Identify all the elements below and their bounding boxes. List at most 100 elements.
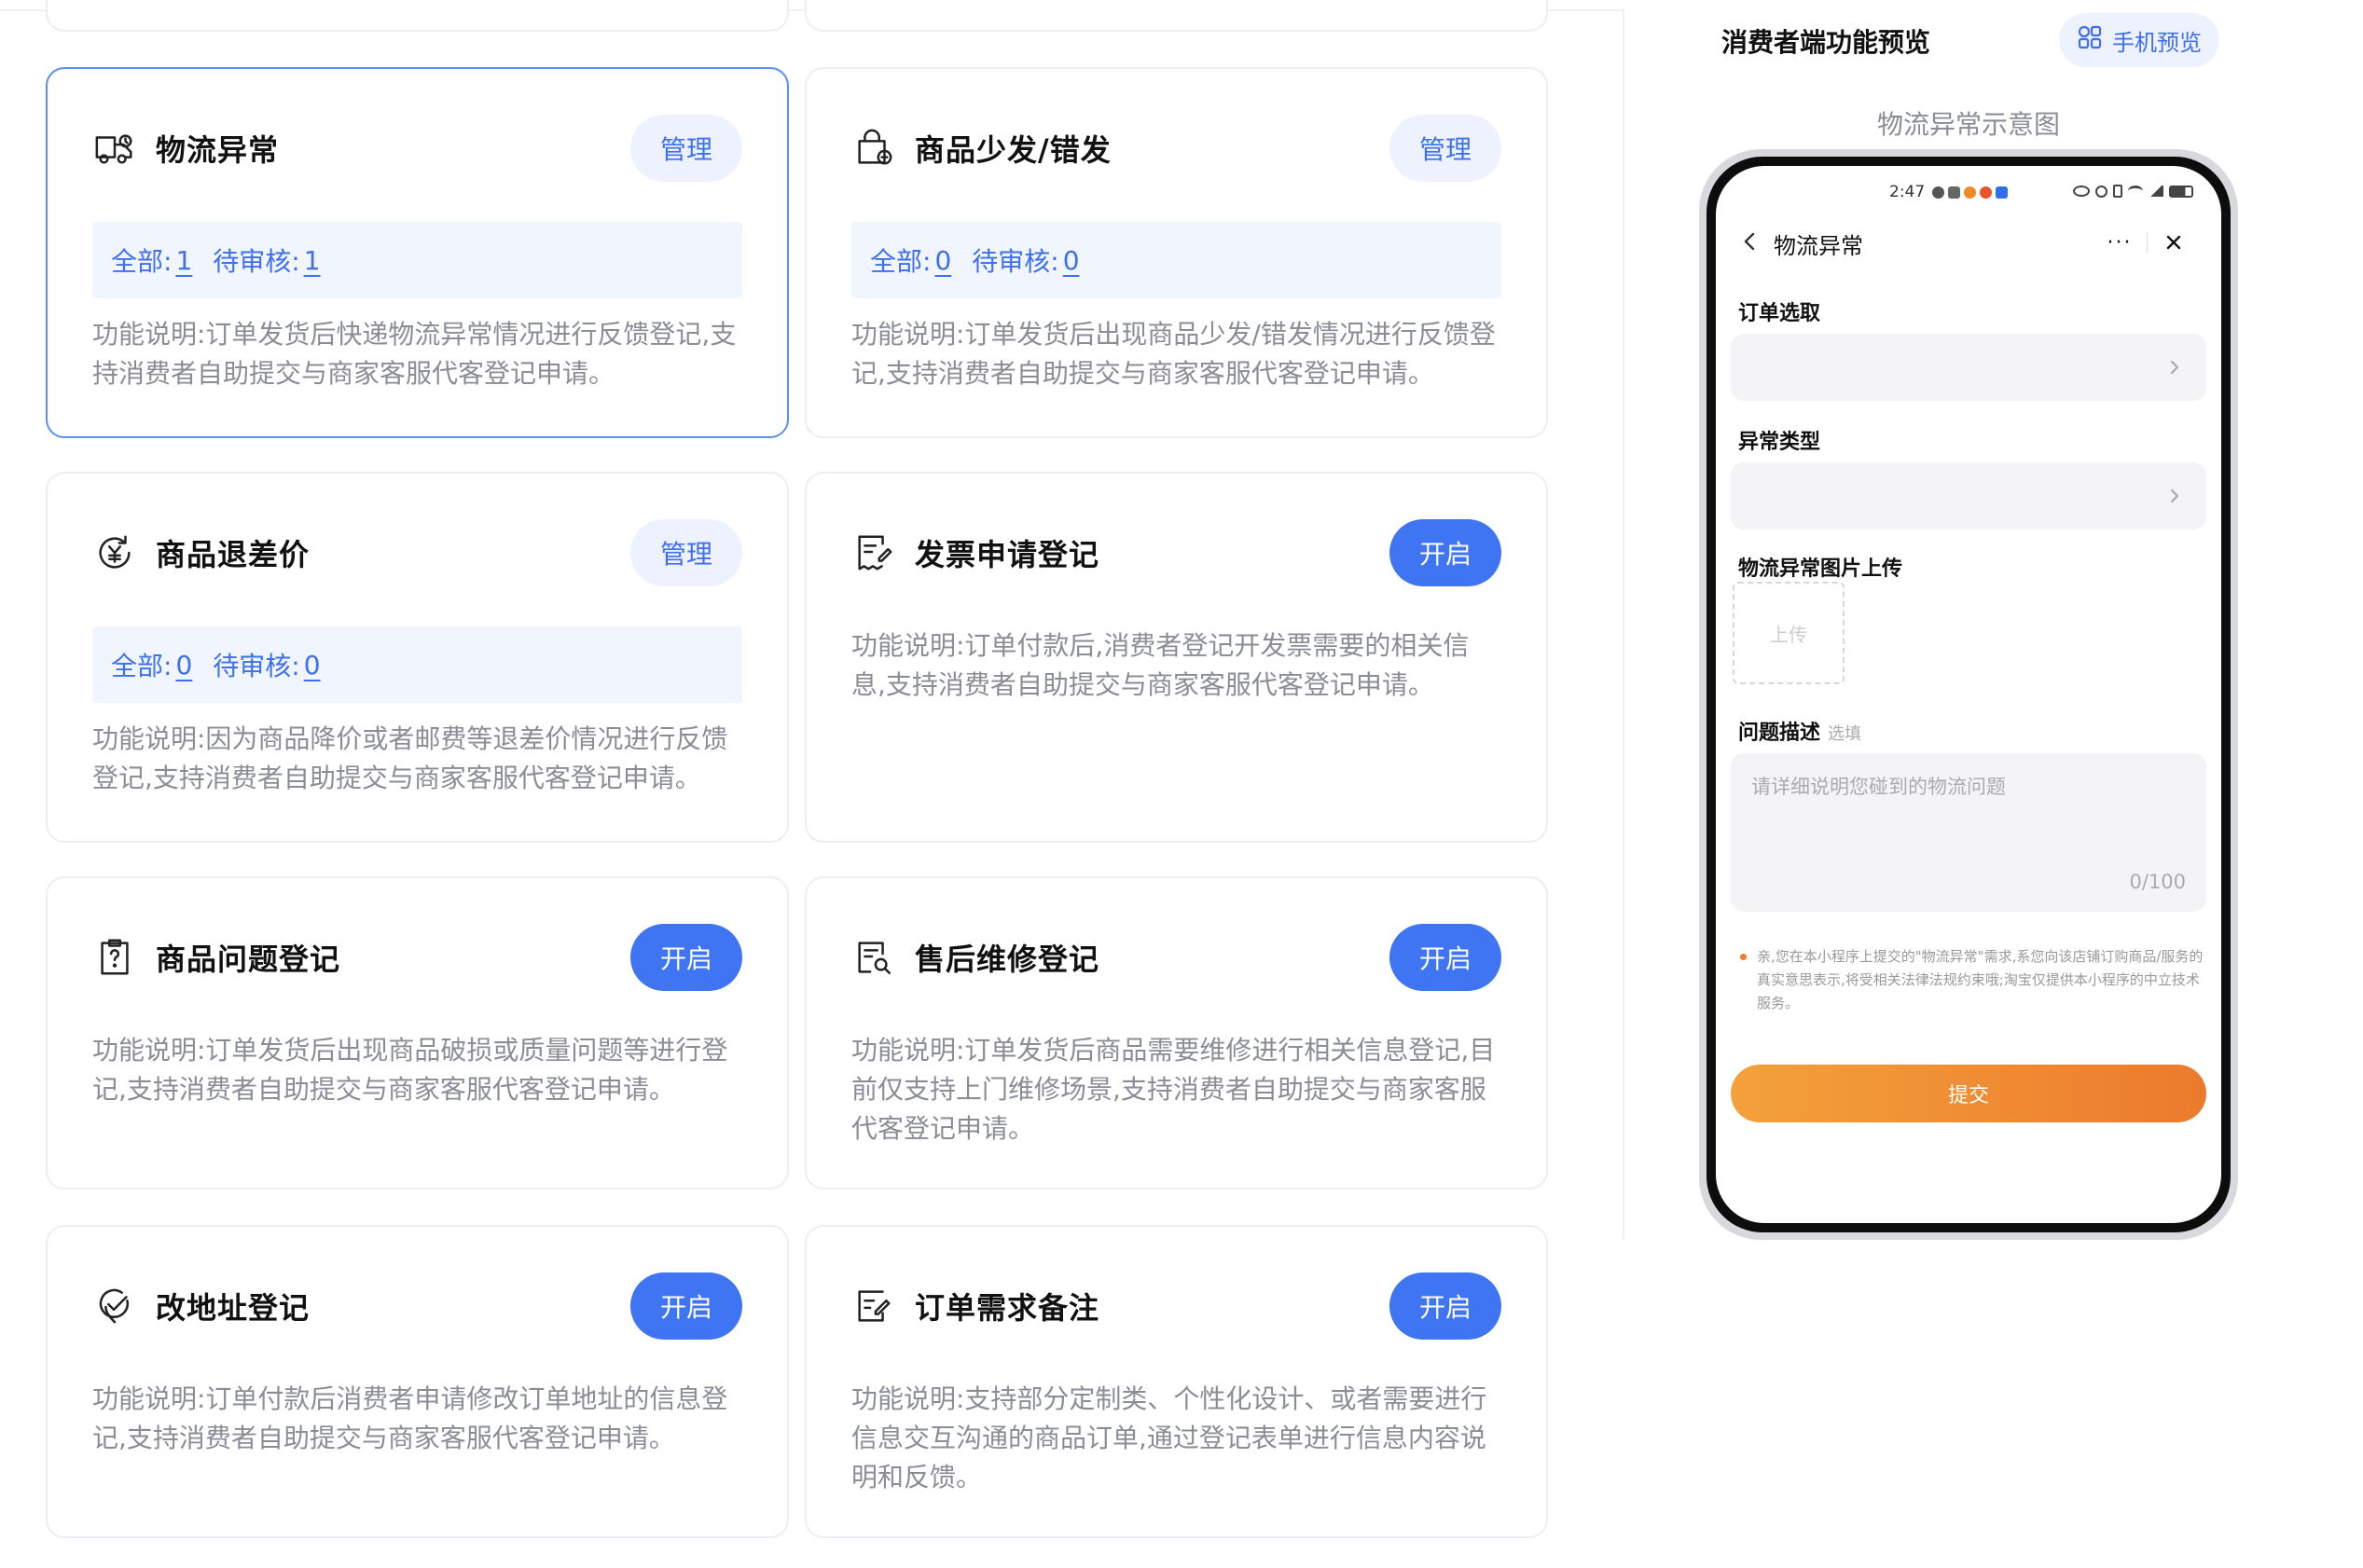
wifi-icon	[2128, 186, 2143, 197]
card-title: 售后维修登记	[915, 942, 1100, 977]
card-header: 商品少发/错发 管理	[851, 114, 1501, 183]
status-bar: 2:47	[1716, 183, 2221, 207]
phone-preview-button[interactable]: 手机预览	[2059, 13, 2219, 67]
card-title: 商品少发/错发	[915, 132, 1112, 168]
card-price-difference-refund[interactable]: 商品退差价 管理 全部: 0 待审核: 0 功能说明:因为商品降价或者邮费等退差…	[46, 472, 789, 843]
card-missing-wrong-item[interactable]: 商品少发/错发 管理 全部: 0 待审核: 0 功能说明:订单发货后出现商品少发…	[805, 67, 1548, 438]
enable-button[interactable]: 开启	[630, 924, 742, 991]
all-count-link[interactable]: 1	[175, 245, 192, 276]
truck-icon	[92, 126, 137, 171]
submit-button[interactable]: 提交	[1731, 1065, 2206, 1122]
card-title: 商品退差价	[156, 537, 311, 572]
nav-title: 物流异常	[1774, 233, 1863, 259]
photo-upload-label: 物流异常图片上传	[1738, 557, 1903, 581]
question-icon	[92, 935, 137, 980]
location-icon	[92, 1284, 137, 1328]
card-description: 功能说明:订单发货后出现商品破损或质量问题等进行登记,支持消费者自助提交与商家客…	[92, 1035, 728, 1105]
stats-bar: 全部: 1 待审核: 1	[92, 222, 742, 298]
card-description: 功能说明:订单发货后出现商品少发/错发情况进行反馈登记,支持消费者自助提交与商家…	[851, 319, 1496, 389]
order-select-label: 订单选取	[1738, 302, 1821, 325]
capsule-menu: ···	[2093, 224, 2201, 261]
order-select-field[interactable]	[1731, 334, 2206, 401]
card-stub-right	[805, 0, 1548, 32]
card-header: 物流异常 管理	[92, 114, 742, 183]
enable-button[interactable]: 开启	[1389, 1272, 1501, 1340]
card-repair-request[interactable]: 售后维修登记 开启 功能说明:订单发货后商品需要维修进行相关信息登记,目前仅支持…	[805, 876, 1548, 1190]
panel-divider	[1623, 9, 1624, 1240]
card-product-issue[interactable]: 商品问题登记 开启 功能说明:订单发货后出现商品破损或质量问题等进行登记,支持消…	[46, 876, 789, 1190]
character-counter: 0/100	[2129, 871, 2186, 893]
back-chevron-icon[interactable]	[1736, 227, 1764, 255]
pending-label: 待审核:	[972, 246, 1059, 277]
card-header: 商品问题登记 开启	[92, 923, 742, 992]
stats-bar: 全部: 0 待审核: 0	[851, 222, 1501, 298]
card-title: 商品问题登记	[156, 942, 341, 977]
enable-button[interactable]: 开启	[1389, 924, 1501, 991]
all-count-link[interactable]: 0	[934, 245, 951, 276]
phone-preview-label: 手机预览	[2112, 29, 2202, 56]
panel-title: 消费者端功能预览	[1721, 27, 1931, 58]
status-time: 2:47	[1889, 183, 1926, 201]
optional-hint: 选填	[1828, 724, 1862, 744]
phone-screen: 2:47 物流异常 ··· 订单选取 异常类型 物流异常图片上传 上传 问题描述…	[1716, 166, 2221, 1223]
description-label: 问题描述 选填	[1738, 716, 1861, 746]
invoice-icon	[851, 530, 896, 575]
card-header: 改地址登记 开启	[92, 1272, 742, 1341]
package-icon	[851, 126, 896, 171]
card-invoice-request[interactable]: 发票申请登记 开启 功能说明:订单付款后,消费者登记开发票需要的相关信息,支持消…	[805, 472, 1548, 843]
card-header: 发票申请登记 开启	[851, 518, 1501, 587]
yuan-refund-icon	[92, 530, 137, 575]
pending-count-link[interactable]: 1	[304, 245, 321, 276]
card-stub-left	[46, 0, 789, 32]
description-label-text: 问题描述	[1738, 722, 1821, 745]
repair-icon	[851, 935, 896, 980]
card-description: 功能说明:支持部分定制类、个性化设计、或者需要进行信息交互沟通的商品订单,通过登…	[851, 1383, 1487, 1492]
card-header: 商品退差价 管理	[92, 518, 742, 587]
card-address-change[interactable]: 改地址登记 开启 功能说明:订单付款后消费者申请修改订单地址的信息登记,支持消费…	[46, 1225, 789, 1538]
pending-label: 待审核:	[213, 246, 300, 277]
vibrate-icon	[2113, 185, 2122, 198]
alarm-icon	[2095, 185, 2107, 198]
card-description: 功能说明:订单发货后快递物流异常情况进行反馈登记,支持消费者自助提交与商家客服代…	[92, 319, 737, 389]
more-icon[interactable]: ···	[2093, 224, 2147, 261]
legal-notice: 亲,您在本小程序上提交的"物流异常"需求,系您向该店铺订购商品/服务的真实意思表…	[1740, 945, 2204, 1015]
pending-label: 待审核:	[213, 651, 300, 681]
manage-button[interactable]: 管理	[630, 519, 742, 586]
signal-icon	[2149, 186, 2163, 197]
close-icon[interactable]	[2148, 224, 2200, 261]
card-description: 功能说明:订单付款后,消费者登记开发票需要的相关信息,支持消费者自助提交与商家客…	[851, 630, 1470, 700]
card-title: 改地址登记	[156, 1290, 311, 1326]
mini-program-nav: 物流异常 ···	[1716, 218, 2221, 267]
exception-type-field[interactable]	[1731, 462, 2206, 530]
card-header: 售后维修登记 开启	[851, 923, 1501, 992]
battery-icon	[2169, 185, 2193, 198]
pending-count-link[interactable]: 0	[304, 650, 321, 681]
card-description: 功能说明:订单付款后消费者申请修改订单地址的信息登记,支持消费者自助提交与商家客…	[92, 1383, 728, 1453]
manage-button[interactable]: 管理	[1389, 115, 1501, 182]
card-description: 功能说明:订单发货后商品需要维修进行相关信息登记,目前仅支持上门维修场景,支持消…	[851, 1035, 1496, 1144]
enable-button[interactable]: 开启	[1389, 519, 1501, 586]
card-order-note[interactable]: 订单需求备注 开启 功能说明:支持部分定制类、个性化设计、或者需要进行信息交互沟…	[805, 1225, 1548, 1538]
all-count-link[interactable]: 0	[175, 650, 192, 681]
card-title: 订单需求备注	[915, 1290, 1100, 1326]
card-title: 物流异常	[156, 132, 280, 168]
pending-count-link[interactable]: 0	[1063, 245, 1080, 276]
notification-icons	[1932, 186, 2008, 199]
manage-button[interactable]: 管理	[630, 115, 742, 182]
system-status-icons	[2073, 185, 2193, 198]
enable-button[interactable]: 开启	[630, 1272, 742, 1340]
card-logistics-exception[interactable]: 物流异常 管理 全部: 1 待审核: 1 功能说明:订单发货后快递物流异常情况进…	[46, 67, 789, 438]
chevron-right-icon	[2165, 485, 2184, 507]
grid-icon	[2077, 24, 2103, 56]
description-placeholder: 请详细说明您碰到的物流问题	[1751, 776, 2006, 798]
all-label: 全部:	[870, 246, 932, 277]
card-header: 订单需求备注 开启	[851, 1272, 1501, 1341]
eye-icon	[2073, 186, 2090, 197]
note-icon	[851, 1284, 896, 1328]
stats-bar: 全部: 0 待审核: 0	[92, 626, 742, 703]
exception-type-label: 异常类型	[1738, 431, 1821, 454]
preview-caption: 物流异常示意图	[1876, 109, 2060, 140]
description-textarea[interactable]: 请详细说明您碰到的物流问题 0/100	[1731, 753, 2206, 912]
upload-button[interactable]: 上传	[1733, 582, 1845, 684]
all-label: 全部:	[111, 246, 173, 277]
